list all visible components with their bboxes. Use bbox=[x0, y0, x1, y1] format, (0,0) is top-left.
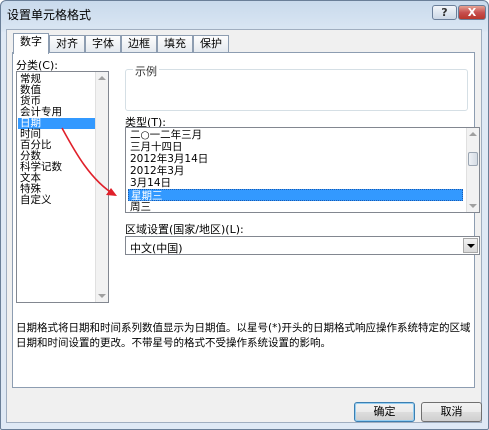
scroll-up-arrow-icon[interactable] bbox=[469, 132, 477, 136]
tab-border[interactable]: 边框 bbox=[121, 35, 157, 53]
sample-label: 示例 bbox=[133, 63, 159, 79]
type-scrollbar[interactable] bbox=[466, 128, 479, 212]
dialog-client: 数字 对齐 字体 边框 填充 保护 分类(C): 常规 数值 货币 会计专用 日… bbox=[6, 29, 482, 423]
category-list[interactable]: 常规 数值 货币 会计专用 日期 时间 百分比 分数 科学记数 文本 特殊 自定… bbox=[16, 71, 109, 303]
tab-font[interactable]: 字体 bbox=[85, 35, 121, 53]
cancel-button[interactable]: 取消 bbox=[421, 402, 482, 422]
locale-value: 中文(中国) bbox=[130, 242, 183, 255]
title-bar[interactable]: 设置单元格格式 ? X bbox=[1, 1, 488, 25]
locale-select[interactable]: 中文(中国) bbox=[125, 236, 480, 255]
sample-group: 示例 bbox=[125, 63, 468, 111]
tab-protection[interactable]: 保护 bbox=[193, 35, 229, 53]
tab-fill[interactable]: 填充 bbox=[157, 35, 193, 53]
dropdown-button[interactable] bbox=[463, 238, 478, 253]
type-item[interactable]: 2012年3月14日 bbox=[128, 153, 208, 165]
type-item[interactable]: 三月十四日 bbox=[128, 141, 183, 153]
type-item[interactable]: 3月14日 bbox=[128, 177, 171, 189]
scrollbar-thumb[interactable] bbox=[468, 152, 478, 166]
tab-alignment[interactable]: 对齐 bbox=[49, 35, 85, 53]
scroll-up-arrow-icon[interactable] bbox=[98, 76, 106, 80]
window-title: 设置单元格格式 bbox=[7, 8, 92, 22]
scroll-down-arrow-icon[interactable] bbox=[469, 204, 477, 208]
help-button[interactable]: ? bbox=[432, 5, 457, 20]
number-tab-panel: 分类(C): 常规 数值 货币 会计专用 日期 时间 百分比 分数 科学记数 文… bbox=[12, 52, 480, 388]
category-scrollbar[interactable] bbox=[95, 72, 108, 302]
locale-label: 区域设置(国家/地区)(L): bbox=[125, 223, 244, 236]
type-list[interactable]: 二○一二年三月 三月十四日 2012年3月14日 2012年3月 3月14日 星… bbox=[125, 127, 480, 213]
category-item[interactable]: 自定义 bbox=[18, 195, 52, 206]
type-item[interactable]: 二○一二年三月 bbox=[128, 129, 202, 141]
type-item-selected[interactable]: 星期三 bbox=[128, 189, 463, 202]
scroll-down-arrow-icon[interactable] bbox=[98, 294, 106, 298]
type-item[interactable]: 周三 bbox=[128, 201, 151, 213]
ok-button[interactable]: 确定 bbox=[354, 402, 415, 422]
format-description: 日期格式将日期和时间系列数值显示为日期值。以星号(*)开头的日期格式响应操作系统… bbox=[16, 322, 471, 349]
tab-number[interactable]: 数字 bbox=[13, 33, 49, 54]
close-button[interactable]: X bbox=[458, 5, 486, 20]
format-cells-dialog: 设置单元格格式 ? X 数字 对齐 字体 边框 填充 保护 分类(C): 常规 … bbox=[0, 0, 489, 430]
type-item[interactable]: 2012年3月 bbox=[128, 165, 184, 177]
chevron-down-icon bbox=[467, 244, 475, 248]
